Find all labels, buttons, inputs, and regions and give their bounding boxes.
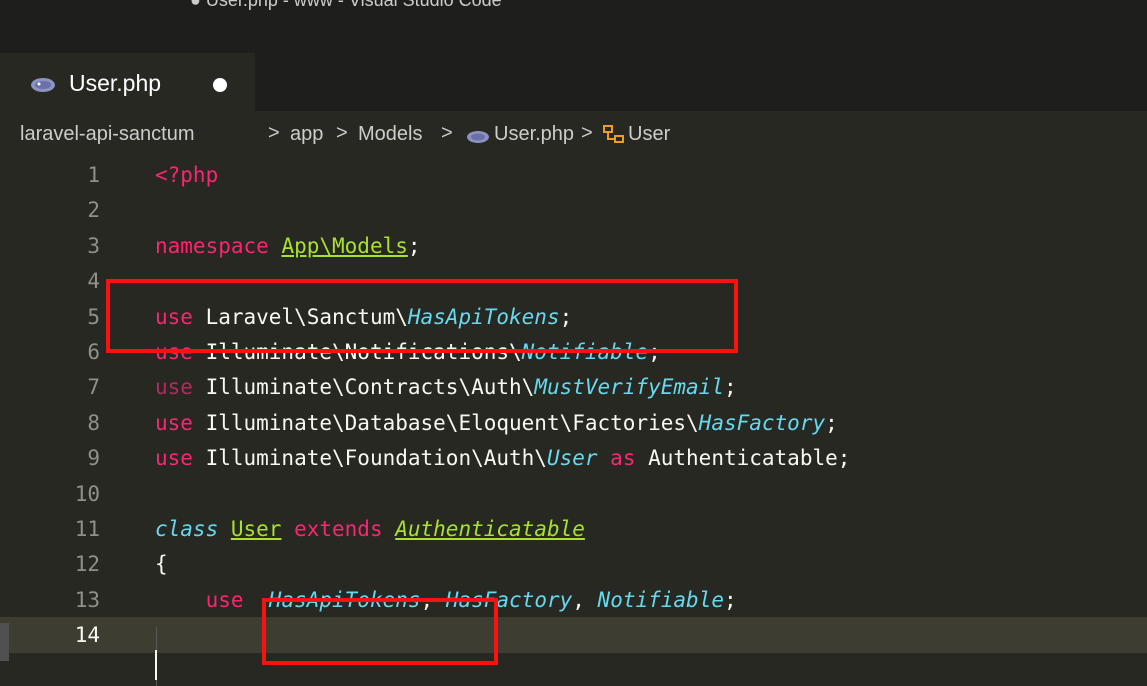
breadcrumb-item-file[interactable]: User.php — [494, 123, 574, 146]
code-token: use — [155, 410, 206, 435]
line-number: 12 — [74, 552, 100, 577]
tab-label: User.php — [69, 70, 162, 96]
code-line[interactable]: 12 { — [0, 546, 1147, 582]
gutter-scroll-marker — [0, 623, 9, 661]
code-token: class — [155, 517, 231, 541]
line-number: 9 — [87, 446, 100, 471]
code-token: ; — [723, 375, 737, 400]
breadcrumb-item-class[interactable]: User — [628, 123, 670, 146]
line-number: 6 — [87, 340, 100, 364]
code-line[interactable]: 9 use Illuminate\Foundation\Auth\User as … — [0, 440, 1147, 476]
code-line[interactable]: 13 use HasApiTokens, HasFactory, Notifia… — [0, 582, 1147, 618]
code-line[interactable]: 7 use Illuminate\Contracts\Auth\MustVerif… — [0, 369, 1147, 405]
code-text: use Illuminate\Foundation\Auth\User as A… — [155, 446, 850, 470]
code-token: use — [155, 375, 206, 400]
breadcrumb-item-project[interactable]: laravel-api-sanctum — [20, 123, 195, 146]
code-token: <?php — [155, 163, 219, 187]
php-elephant-icon — [466, 127, 490, 150]
line-number: 7 — [87, 375, 100, 400]
code-token: ; — [837, 446, 851, 471]
code-token: ; — [723, 587, 737, 612]
code-text: <?php — [155, 163, 218, 187]
tab-user-php[interactable]: User.php — [0, 53, 255, 111]
code-token: MustVerifyEmail — [534, 375, 724, 400]
code-text: class User extends Authenticatable — [155, 517, 585, 541]
line-number: 8 — [87, 410, 100, 435]
breadcrumb-separator: > — [268, 122, 280, 144]
code-token: extends — [281, 517, 396, 541]
code-line[interactable]: 8 use Illuminate\Database\Eloquent\Factor… — [0, 405, 1147, 441]
code-token: User — [546, 446, 598, 471]
code-token: Illuminate\Contracts\Auth\ — [205, 375, 535, 400]
line-number: 2 — [87, 198, 100, 223]
code-line[interactable]: 1 <?php — [0, 157, 1147, 193]
code-editor[interactable]: 1 <?php 2 3 namespace App\Models; 4 5 use Larav… — [0, 157, 1147, 686]
breadcrumb: laravel-api-sanctum > app > Models > Use… — [0, 111, 1147, 157]
code-token: HasFactory — [698, 410, 826, 435]
code-line[interactable]: 2 — [0, 192, 1147, 228]
text-cursor — [155, 650, 157, 680]
window-titlebar: ● User.php - www - Visual Studio Code — [0, 0, 1147, 25]
code-line[interactable]: 14 — [0, 617, 1147, 654]
code-token: User — [230, 517, 282, 541]
code-token: use — [155, 587, 269, 612]
breadcrumb-item-app[interactable]: app — [290, 123, 323, 146]
line-number: 1 — [87, 163, 100, 187]
code-token: ; — [407, 233, 421, 258]
code-text: use Illuminate\Database\Eloquent\Factori… — [155, 411, 838, 435]
class-symbol-icon — [603, 124, 625, 150]
code-text: use Illuminate\Contracts\Auth\MustVerify… — [155, 375, 737, 399]
tab-bar: User.php — [0, 25, 1147, 111]
code-token: ; — [825, 410, 838, 435]
breadcrumb-separator: > — [441, 122, 453, 144]
breadcrumb-separator: > — [581, 122, 593, 144]
line-number: 4 — [87, 269, 100, 294]
code-line[interactable]: 10 — [0, 476, 1147, 512]
code-token: Notifiable — [597, 587, 724, 612]
breadcrumb-item-models[interactable]: Models — [358, 123, 422, 146]
line-number: 5 — [87, 304, 100, 329]
code-token: Illuminate\Foundation\Auth\ — [205, 446, 547, 471]
code-token: App\Models — [281, 233, 408, 258]
code-token: { — [155, 552, 168, 577]
code-token: as — [597, 446, 649, 471]
line-number: 10 — [74, 481, 100, 506]
code-line[interactable]: 3 namespace App\Models; — [0, 228, 1147, 264]
unsaved-dot-icon[interactable] — [213, 78, 227, 92]
code-text: namespace App\Models; — [155, 234, 421, 258]
code-token: Authenticatable — [395, 517, 585, 541]
highlight-box-trait — [262, 598, 498, 665]
code-token: use — [155, 446, 206, 471]
code-token: , — [572, 587, 598, 612]
line-number: 3 — [87, 233, 100, 258]
code-line[interactable]: 11 class User extends Authenticatable — [0, 511, 1147, 547]
code-token: namespace — [155, 233, 282, 258]
line-number: 11 — [74, 517, 100, 541]
php-elephant-icon — [30, 77, 56, 98]
line-number: 13 — [74, 587, 100, 612]
window-title: ● User.php - www - Visual Studio Code — [190, 0, 502, 10]
highlight-box-import — [106, 279, 738, 353]
line-number: 14 — [74, 623, 100, 648]
code-token: Authenticatable — [648, 446, 838, 471]
code-text: { — [155, 552, 168, 576]
breadcrumb-separator: > — [336, 122, 348, 144]
code-token: Illuminate\Database\Eloquent\Factories\ — [205, 410, 699, 435]
